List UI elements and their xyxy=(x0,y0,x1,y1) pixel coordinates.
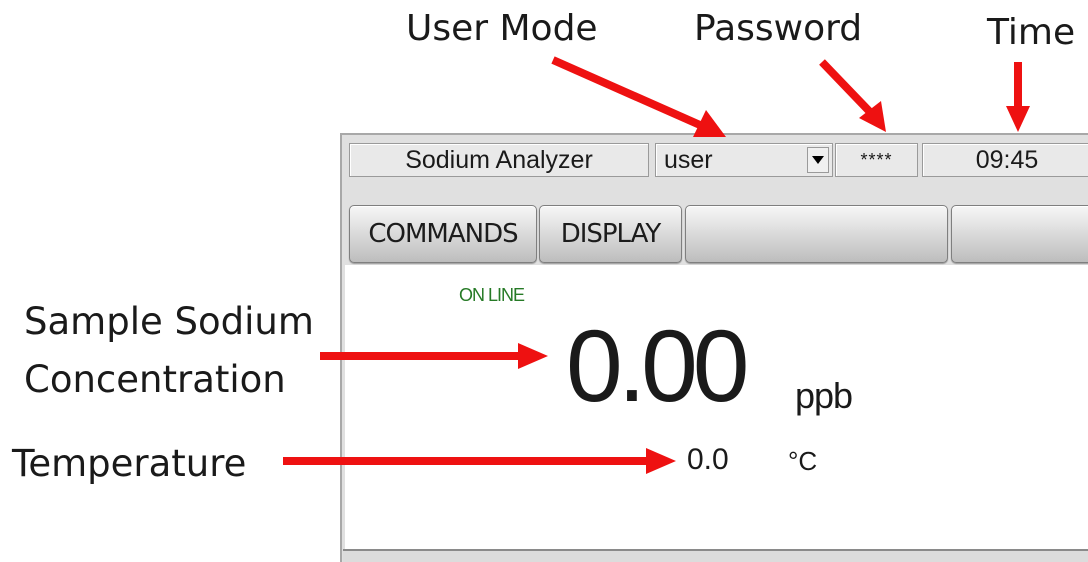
password-field[interactable]: **** xyxy=(835,143,918,177)
sample-sodium-annotation-line2: Concentration xyxy=(24,358,286,401)
temperature-value: 0.0 xyxy=(687,443,729,476)
password-arrow xyxy=(819,59,886,132)
app-title-label: Sodium Analyzer xyxy=(405,145,593,174)
tab-display-label: DISPLAY xyxy=(560,219,662,249)
temperature-unit: °C xyxy=(788,446,818,476)
time-value: 09:45 xyxy=(975,145,1039,174)
tab-commands[interactable]: COMMANDS xyxy=(349,205,537,263)
user-mode-annotation: User Mode xyxy=(406,8,598,49)
chevron-down-icon[interactable] xyxy=(807,147,829,173)
time-display: 09:45 xyxy=(922,143,1088,177)
user-mode-value: user xyxy=(664,145,713,174)
measurement-display: ON LINE 0.00 ppb 0.0 °C xyxy=(345,265,1088,549)
sodium-concentration-unit: ppb xyxy=(795,375,853,416)
sodium-concentration-value: 0.00 xyxy=(566,309,750,423)
user-mode-dropdown[interactable]: user xyxy=(655,143,833,177)
password-mask: **** xyxy=(860,149,893,170)
tab-blank-1[interactable] xyxy=(685,205,948,263)
app-title: Sodium Analyzer xyxy=(349,143,649,177)
tab-commands-label: COMMANDS xyxy=(368,219,518,249)
time-arrow xyxy=(1006,62,1030,132)
password-annotation: Password xyxy=(694,8,863,49)
tab-blank-2[interactable] xyxy=(951,205,1088,263)
tab-display[interactable]: DISPLAY xyxy=(539,205,682,263)
display-bottom-bar xyxy=(343,549,1088,562)
user-mode-arrow xyxy=(551,56,726,137)
online-status: ON LINE xyxy=(459,285,525,305)
temperature-annotation: Temperature xyxy=(12,442,247,485)
time-annotation: Time xyxy=(987,12,1076,53)
sample-sodium-annotation-line1: Sample Sodium xyxy=(24,300,314,343)
